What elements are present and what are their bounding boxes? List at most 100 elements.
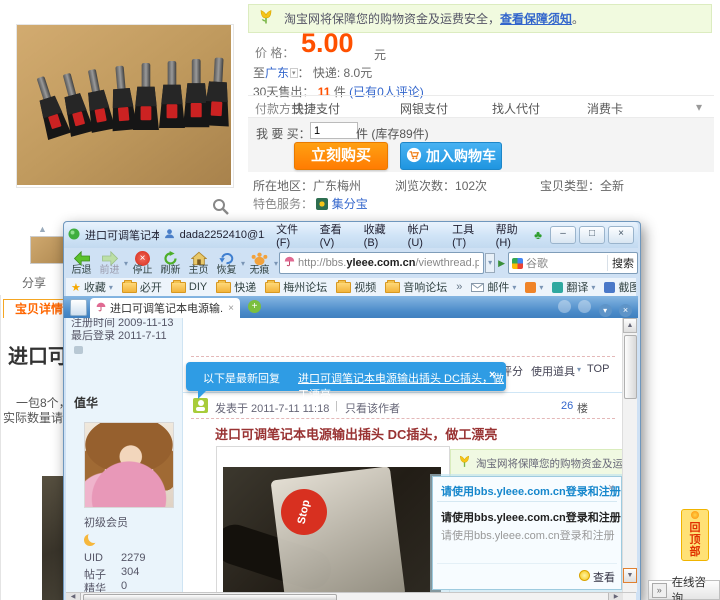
consult-expand-icon[interactable]: » [652,583,667,598]
horizontal-scrollbar[interactable]: ◀ ▶ [66,592,636,600]
maximize-button[interactable]: □ [579,226,605,244]
minimize-button[interactable]: – [550,226,576,244]
tabs-close-button[interactable]: × [619,304,632,317]
quantity-input[interactable] [310,122,358,139]
folder-icon [265,282,280,293]
bookmark-kuaidi[interactable]: 快递 [216,279,256,295]
url-bar[interactable]: http://bbs.yleee.com.cn/viewthread.php?t… [279,252,484,274]
window-title: 进口可调笔记本电源... [85,227,159,243]
buy-now-button[interactable]: 立刻购买 [294,142,388,170]
view-author-only-link[interactable]: 只看该作者 [345,400,400,416]
mail-button[interactable]: 邮件▾ [471,279,516,295]
vscroll-thumb[interactable] [624,335,637,399]
menu-tools[interactable]: 工具(T) [446,221,485,249]
share-label[interactable]: 分享 [22,274,46,291]
bookmarks-overflow-icon[interactable]: » [456,281,462,293]
skin-button[interactable]: ▾ [525,282,543,293]
last-login: 最后登录 2011-7-11 [71,327,181,343]
thumb-scroll-up-icon[interactable]: ▲ [38,224,47,234]
forward-history-dropdown-icon[interactable]: ▾ [124,259,128,268]
menu-file[interactable]: 文件(F) [270,221,309,249]
mini-banner-text: 淘宝网将保障您的购物资金及运费安 [476,456,622,471]
translate-button[interactable]: 翻译▾ [552,279,595,295]
refresh-button[interactable]: 刷新 [157,251,184,276]
restore-button[interactable]: 恢复 [213,251,240,276]
ship-region-link[interactable]: 广东 [265,66,289,80]
vertical-scrollbar[interactable]: ▲ ▼ [622,318,637,592]
favorites-menu[interactable]: ★收藏▾ [71,279,113,295]
account-email[interactable]: dada2252410@126.com [180,229,265,241]
pay-expand-icon[interactable]: ▾ [696,100,702,114]
tab-close-icon[interactable]: × [228,303,234,314]
tabs-scroll-right-button[interactable] [578,300,591,313]
menu-help[interactable]: 帮助(H) [490,221,529,249]
account-icon [164,228,175,242]
use-tool-link[interactable]: 使用道具 [531,363,575,379]
tabs-list-dropdown-button[interactable]: ▾ [599,304,612,317]
protection-link[interactable]: 查看保障须知 [500,10,572,27]
pay-method-other[interactable]: 找人代付 [492,100,540,117]
online-consult-bar[interactable]: » 在线咨询 [648,580,720,600]
pay-method-card[interactable]: 消费卡 [587,100,623,117]
post-photo[interactable]: Stop [223,467,441,592]
close-button[interactable]: × [608,226,634,244]
scroll-up-button[interactable]: ▲ [623,318,637,333]
floor-number[interactable]: 26 [561,400,573,412]
forward-button[interactable]: 前进 [96,251,123,276]
go-button[interactable]: ▶ [496,258,507,269]
incognito-button[interactable]: 无痕 [246,251,273,276]
search-box[interactable]: 谷歌 搜索 [508,252,638,274]
bookmark-bikai[interactable]: 必开 [122,279,162,295]
home-button[interactable]: 主页 [185,251,212,276]
scroll-left-button[interactable]: ◀ [66,593,81,600]
jifenbao-link[interactable]: 集分宝 [332,197,368,211]
protection-icon [257,8,275,29]
star-icon: ★ [71,281,81,294]
tabs-scroll-left-button[interactable] [558,300,571,313]
use-tool-dropdown-icon[interactable]: ▾ [577,365,581,374]
bookmark-audio-forum[interactable]: 音响论坛 [385,279,447,295]
sun-icon [691,511,699,519]
add-to-cart-button[interactable]: 加入购物车 [400,142,502,170]
menu-account[interactable]: 帐户(U) [402,221,441,249]
pay-method-quickpay[interactable]: 快捷支付 [292,100,340,117]
active-tab[interactable]: 进口可调笔记本电源输... × [90,298,240,318]
bubble-reply-link[interactable]: 进口可调笔记本电源输出插头 DC插头，做工漂亮 [298,370,506,402]
menu-bookmarks[interactable]: 收藏(B) [358,221,397,249]
ship-rest: ： 快递: 8.0元 [298,66,373,80]
browser-titlebar[interactable]: 进口可调笔记本电源... dada2252410@126.com 文件(F) 查… [64,222,638,248]
url-history-dropdown-icon[interactable]: ▾ [485,253,495,273]
zoom-magnifier-icon[interactable] [212,198,230,216]
author-username[interactable]: 值华 [74,394,98,411]
tab-list-icon[interactable] [70,299,87,316]
scroll-right-button[interactable]: ▶ [608,593,623,600]
back-to-top-button[interactable]: 回 顶 部 [681,509,709,561]
bubble-close-icon[interactable]: × [489,369,495,381]
posts-value: 304 [121,566,139,578]
incognito-dropdown-icon[interactable]: ▾ [274,259,278,268]
scroll-down-button[interactable]: ▼ [623,568,637,583]
author-avatar[interactable] [84,422,174,508]
new-tab-button[interactable]: + [248,300,261,313]
restore-dropdown-icon[interactable]: ▾ [241,259,245,268]
back-button[interactable]: 后退 [68,251,95,276]
search-button[interactable]: 搜索 [607,255,634,271]
popup-close-icon[interactable]: × [608,482,614,494]
bookmark-video[interactable]: 视频 [336,279,376,295]
translate-icon [552,282,563,293]
screenshot-button[interactable]: 截图▾ [604,279,636,295]
pay-method-netbank[interactable]: 网银支付 [400,100,448,117]
stop-button[interactable]: ×停止 [129,251,156,276]
product-main-image[interactable] [16,24,234,188]
region-dropdown-icon[interactable]: ▾ [290,68,298,78]
top-link[interactable]: TOP [587,363,609,375]
hscroll-thumb[interactable] [83,594,337,600]
menu-view[interactable]: 查看(V) [314,221,353,249]
popup-view-link[interactable]: 查看 [593,569,615,585]
bookmark-diy[interactable]: DIY [171,281,207,293]
skin-tree-icon[interactable]: ♣ [534,228,542,242]
product-thumbnail[interactable] [30,236,66,264]
url-text[interactable]: http://bbs.yleee.com.cn/viewthread.php?t… [298,257,479,269]
bookmark-meizhou-forum[interactable]: 梅州论坛 [265,279,327,295]
search-engine-label[interactable]: 谷歌 [526,255,604,271]
